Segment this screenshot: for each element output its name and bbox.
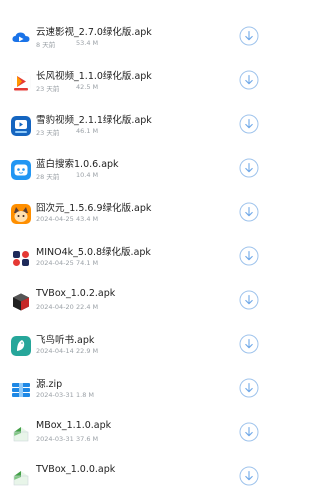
file-row[interactable]: TVBox_1.0.0.apk: [0, 460, 270, 504]
apk-file-icon: [11, 468, 31, 488]
file-row[interactable]: 源.zip 2024-03-31 1.8 M: [0, 372, 270, 416]
file-size: 10.4 M: [76, 171, 99, 179]
download-icon[interactable]: [239, 290, 259, 310]
download-icon[interactable]: [239, 334, 259, 354]
file-date: 2024-03-31: [36, 391, 74, 399]
file-row[interactable]: 飞鸟听书.apk 2024-04-14 22.9 M: [0, 328, 270, 372]
download-icon[interactable]: [239, 466, 259, 486]
file-name: 蓝白搜索1.0.6.apk: [36, 159, 119, 170]
file-date: 28 天前: [36, 173, 60, 181]
file-size: 22.4 M: [76, 303, 99, 311]
blue-white-search-icon: [11, 160, 31, 180]
download-icon[interactable]: [239, 246, 259, 266]
download-icon[interactable]: [239, 202, 259, 222]
changfeng-video-icon: [11, 72, 31, 92]
jiong-anime-icon: [11, 204, 31, 224]
download-icon[interactable]: [239, 378, 259, 398]
file-name: 长风视频_1.1.0绿化版.apk: [36, 71, 152, 82]
file-name: 飞鸟听书.apk: [36, 335, 95, 346]
file-row[interactable]: 长风视频_1.1.0绿化版.apk 23 天前 42.5 M: [0, 64, 270, 108]
file-date: 2024-04-25: [36, 215, 74, 223]
zip-archive-icon: [11, 380, 31, 400]
file-size: 74.1 M: [76, 259, 99, 267]
download-icon[interactable]: [239, 70, 259, 90]
mino4k-icon: [11, 248, 31, 268]
file-list: 云速影视_2.7.0绿化版.apk 8 天前 53.4 M 长风视频_1.1.0…: [0, 0, 270, 486]
file-name: 囧次元_1.5.6.9绿化版.apk: [36, 203, 152, 214]
file-row[interactable]: TVBox_1.0.2.apk 2024-04-20 22.4 M: [0, 284, 270, 328]
file-row[interactable]: MBox_1.1.0.apk 2024-03-31 37.6 M: [0, 416, 270, 460]
download-icon[interactable]: [239, 422, 259, 442]
file-size: 46.1 M: [76, 127, 99, 135]
file-name: 云速影视_2.7.0绿化版.apk: [36, 27, 152, 38]
file-name: TVBox_1.0.2.apk: [36, 288, 116, 299]
file-size: 43.4 M: [76, 215, 99, 223]
file-size: 42.5 M: [76, 83, 99, 91]
download-icon[interactable]: [239, 158, 259, 178]
file-size: 1.8 M: [76, 391, 95, 399]
bird-audiobook-icon: [11, 336, 31, 356]
file-date: 2024-04-20: [36, 303, 74, 311]
file-date: 23 天前: [36, 85, 60, 93]
file-date: 2024-04-14: [36, 347, 74, 355]
tvbox-cube-icon: [11, 292, 31, 312]
file-date: 23 天前: [36, 129, 60, 137]
file-row[interactable]: 云速影视_2.7.0绿化版.apk 8 天前 53.4 M: [0, 20, 270, 64]
file-date: 2024-03-31: [36, 435, 74, 443]
cloud-video-icon: [11, 28, 31, 48]
file-row[interactable]: 囧次元_1.5.6.9绿化版.apk 2024-04-25 43.4 M: [0, 196, 270, 240]
download-icon[interactable]: [239, 26, 259, 46]
download-icon[interactable]: [239, 114, 259, 134]
file-date: 2024-04-25: [36, 259, 74, 267]
file-name: MINO4k_5.0.8绿化版.apk: [36, 247, 151, 258]
file-size: 22.9 M: [76, 347, 99, 355]
snow-leopard-video-icon: [11, 116, 31, 136]
file-row[interactable]: 雪豹视频_2.1.1绿化版.apk 23 天前 46.1 M: [0, 108, 270, 152]
file-name: 源.zip: [36, 379, 63, 390]
file-name: MBox_1.1.0.apk: [36, 420, 112, 431]
file-size: 37.6 M: [76, 435, 99, 443]
file-date: 8 天前: [36, 41, 56, 49]
file-row[interactable]: MINO4k_5.0.8绿化版.apk 2024-04-25 74.1 M: [0, 240, 270, 284]
file-row[interactable]: 蓝白搜索1.0.6.apk 28 天前 10.4 M: [0, 152, 270, 196]
file-name: 雪豹视频_2.1.1绿化版.apk: [36, 115, 152, 126]
file-size: 53.4 M: [76, 39, 99, 47]
apk-file-icon: [11, 424, 31, 444]
file-name: TVBox_1.0.0.apk: [36, 464, 116, 475]
